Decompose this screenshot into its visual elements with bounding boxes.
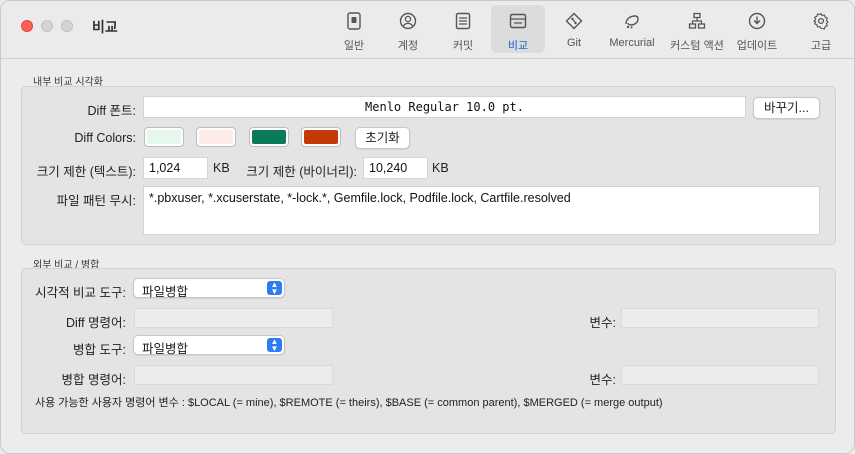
merge-tool-value: 파일병합 [142,342,189,356]
added-color-swatch [147,130,181,144]
merge-command-label: 병합 명령어: [61,373,126,387]
size-limit-binary-label: 크기 제한 (바이너리): [246,165,357,179]
tab-general[interactable]: 일반 [332,5,376,53]
change-font-button[interactable]: 바꾸기... [753,97,820,119]
size-limit-binary-input[interactable]: 10,240 [363,157,428,179]
tab-git-label: Git [566,37,582,49]
git-icon [564,11,584,31]
diff-command-label: Diff 명령어: [66,316,126,330]
window-controls [21,20,73,32]
added-highlight-color-well[interactable] [249,127,289,147]
removed-color-swatch [199,130,233,144]
tab-commit-label: 커밋 [452,40,474,52]
removed-highlight-color-well[interactable] [301,127,341,147]
tab-custom-actions[interactable]: 커스텀 액션 [668,5,726,53]
merge-tool-label: 병합 도구: [73,343,126,357]
diff-icon [508,11,528,31]
tab-diff-label: 비교 [507,40,529,52]
visual-diff-tool-select[interactable]: 파일병합 ▲ ▼ [133,278,285,299]
tab-diff[interactable]: 비교 [491,5,545,53]
minimize-window-button[interactable] [41,20,53,32]
tab-commit[interactable]: 커밋 [441,5,485,53]
tab-advanced[interactable]: 고급 [801,5,841,53]
tab-update[interactable]: 업데이트 [734,5,780,53]
general-icon [344,11,364,31]
chevron-updown-icon: ▲ ▼ [267,338,282,353]
tab-account[interactable]: 계정 [386,5,430,53]
merge-arguments-input[interactable] [621,365,819,385]
toolbar: 비교 일반 계정 커밋 비교 Git Mercurial 커스텀 액션 업데이트… [1,1,854,59]
added-highlight-color-swatch [252,130,286,144]
diff-command-input[interactable] [134,308,333,328]
diff-font-field: Menlo Regular 10.0 pt. [143,96,746,118]
removed-color-well[interactable] [196,127,236,147]
tab-mercurial-label: Mercurial [609,37,655,49]
size-limit-text-input[interactable]: 1,024 [143,157,208,179]
update-icon [747,11,767,31]
tab-general-label: 일반 [343,40,365,52]
window-title: 비교 [92,19,118,35]
diff-arguments-input[interactable] [621,308,819,328]
removed-highlight-color-swatch [304,130,338,144]
tab-advanced-label: 고급 [810,40,832,52]
diff-font-label: Diff 폰트: [87,104,136,118]
ignore-patterns-label: 파일 패턴 무시: [56,194,136,208]
added-color-well[interactable] [144,127,184,147]
account-icon [398,11,418,31]
tab-update-label: 업데이트 [736,40,778,52]
mercurial-icon [622,11,642,31]
tab-account-label: 계정 [397,40,419,52]
merge-arguments-label: 변수: [589,373,616,387]
visual-diff-tool-label: 시각적 비교 도구: [35,286,126,300]
chevron-updown-icon: ▲ ▼ [267,281,282,296]
preferences-window: 비교 일반 계정 커밋 비교 Git Mercurial 커스텀 액션 업데이트… [0,0,855,454]
merge-command-input[interactable] [134,365,333,385]
command-variables-note: 사용 가능한 사용자 명령어 변수 : $LOCAL (= mine), $RE… [35,397,663,409]
merge-tool-select[interactable]: 파일병합 ▲ ▼ [133,335,285,356]
zoom-window-button[interactable] [61,20,73,32]
tab-mercurial[interactable]: Mercurial [605,5,659,53]
tab-git[interactable]: Git [553,5,595,53]
tab-custom-actions-label: 커스텀 액션 [670,40,724,52]
reset-colors-button[interactable]: 초기화 [355,127,410,149]
close-window-button[interactable] [21,20,33,32]
diff-arguments-label: 변수: [589,316,616,330]
commit-icon [453,11,473,31]
ignore-patterns-textarea[interactable]: *.pbxuser, *.xcuserstate, *-lock.*, Gemf… [143,186,820,235]
size-limit-text-unit: KB [213,161,230,175]
visual-diff-tool-value: 파일병합 [142,285,189,299]
custom-actions-icon [687,11,707,31]
gear-icon [811,11,831,31]
size-limit-binary-unit: KB [432,161,449,175]
diff-colors-label: Diff Colors: [74,131,136,145]
size-limit-text-label: 크기 제한 (텍스트): [36,165,136,179]
